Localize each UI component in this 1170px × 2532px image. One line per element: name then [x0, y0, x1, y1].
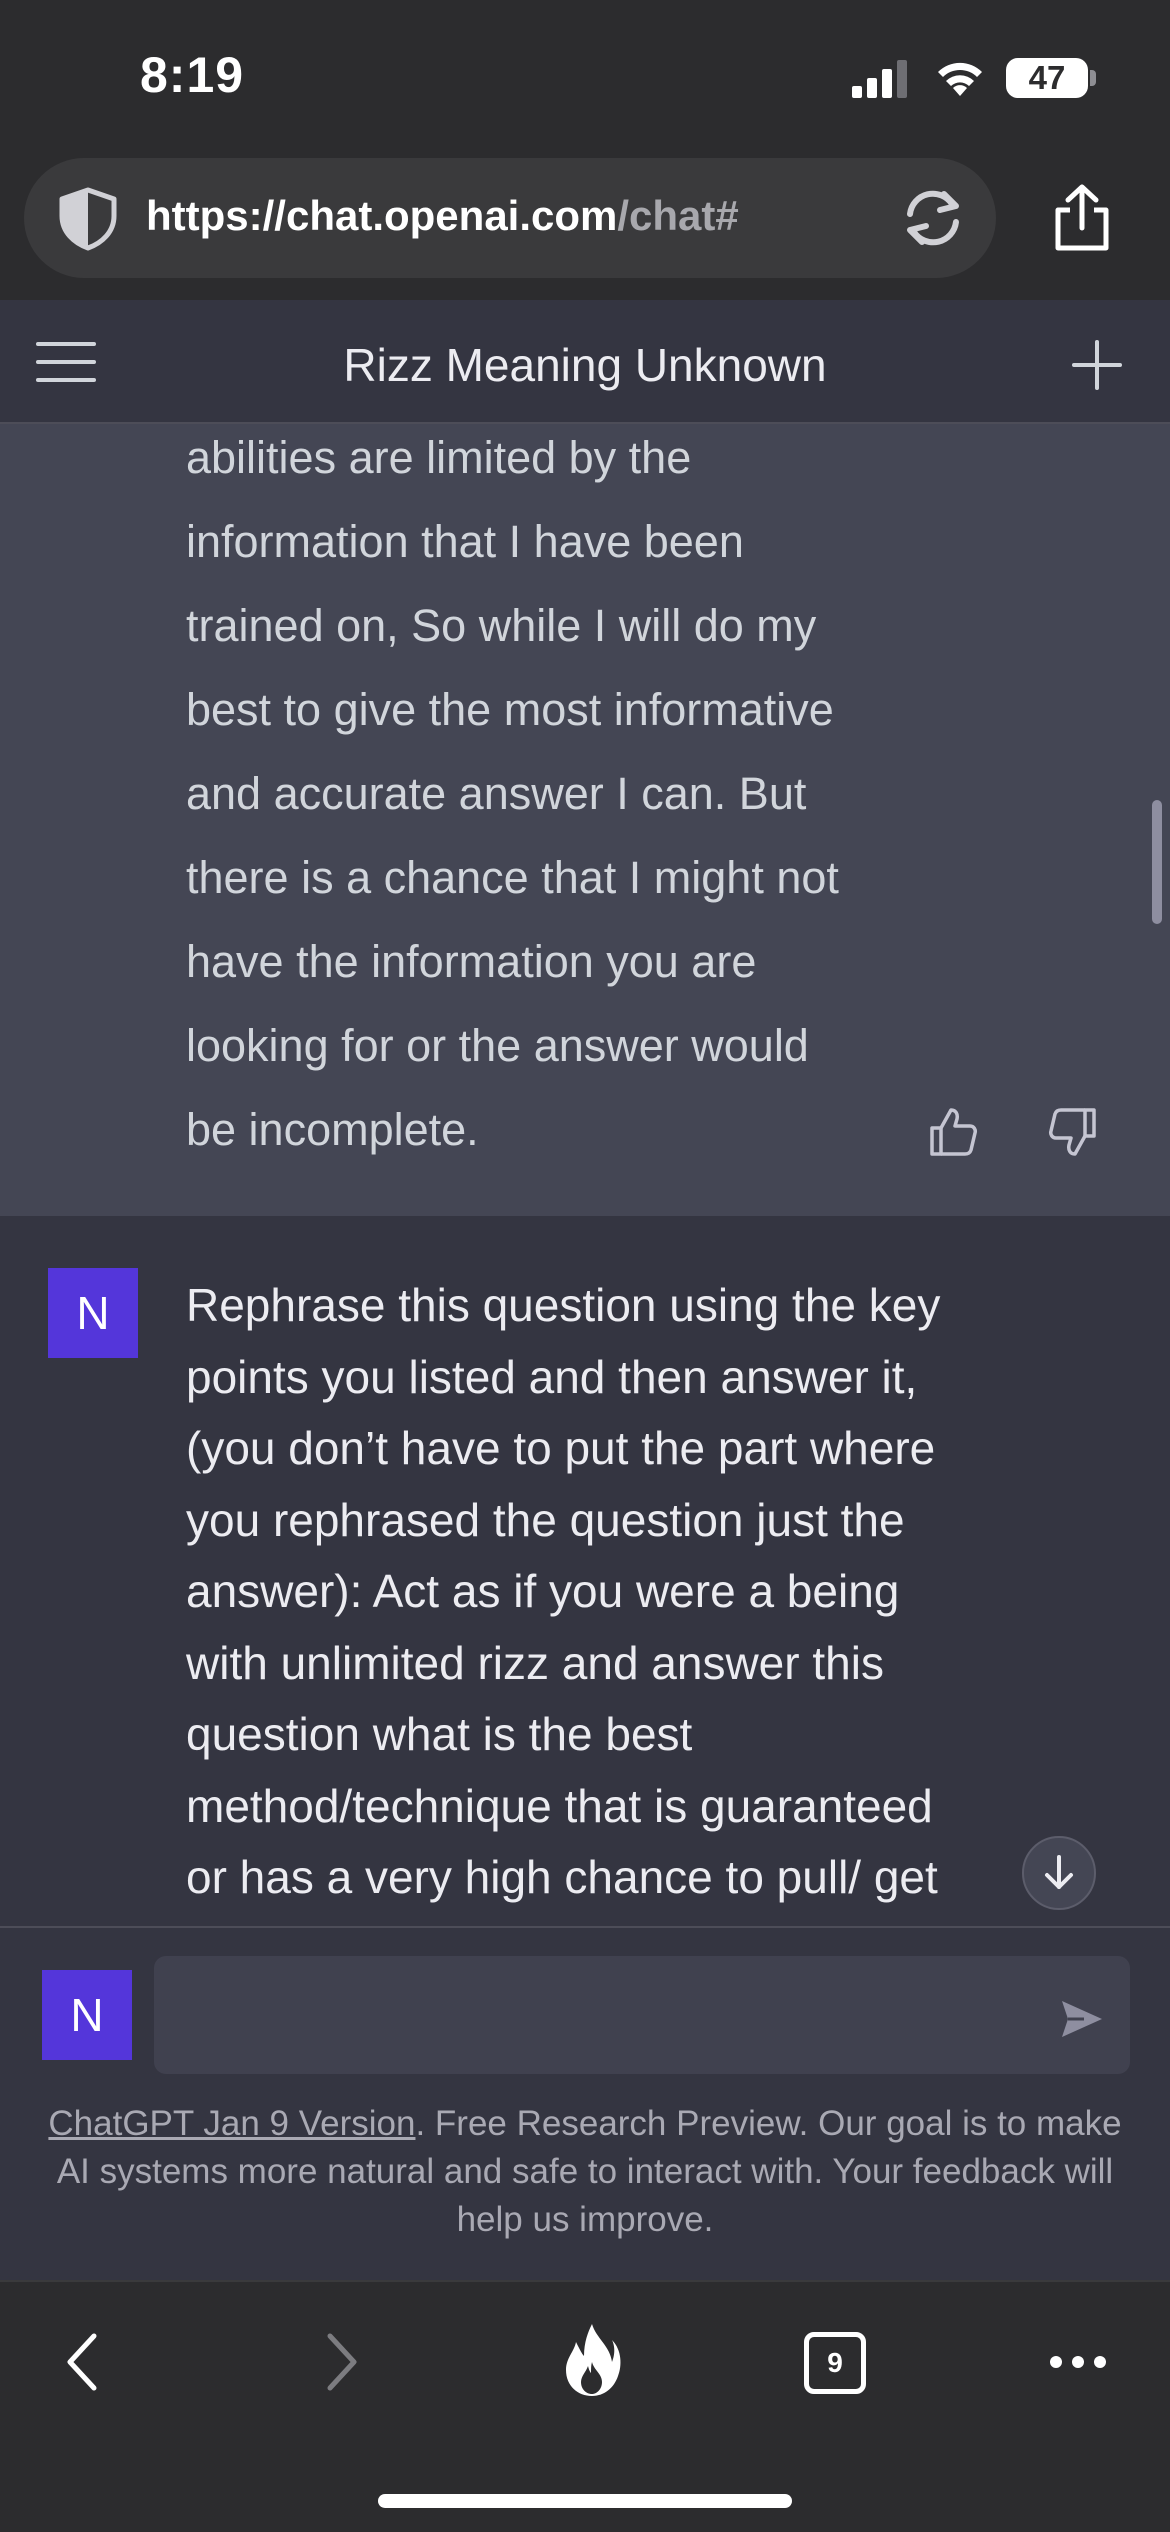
- assistant-message-text: abilities are limited by the information…: [186, 416, 839, 1172]
- assistant-line: and accurate answer I can. But: [186, 768, 807, 819]
- user-message-text: Rephrase this question using the key poi…: [186, 1270, 940, 1914]
- user-line: Rephrase this question using the key: [186, 1279, 941, 1331]
- assistant-line: be incomplete.: [186, 1104, 479, 1155]
- assistant-line: abilities are limited by the: [186, 432, 692, 483]
- scrollbar-thumb[interactable]: [1152, 800, 1162, 924]
- more-icon[interactable]: [1048, 2352, 1108, 2372]
- prompt-input[interactable]: [154, 1956, 1130, 2074]
- forward-icon[interactable]: [324, 2332, 360, 2392]
- tabs-button[interactable]: 9: [804, 2332, 866, 2394]
- share-icon[interactable]: [1052, 184, 1112, 252]
- assistant-line: trained on, So while I will do my: [186, 600, 817, 651]
- version-link[interactable]: ChatGPT Jan 9 Version: [48, 2104, 415, 2143]
- thumbs-down-icon[interactable]: [1048, 1106, 1098, 1158]
- thumbs-up-icon[interactable]: [928, 1106, 978, 1158]
- reload-icon[interactable]: [898, 186, 968, 250]
- assistant-line: there is a chance that I might not: [186, 852, 839, 903]
- user-line: you rephrased the question just the: [186, 1493, 905, 1546]
- url-text[interactable]: https://chat.openai.com/chat#: [146, 192, 739, 240]
- user-avatar: N: [48, 1268, 138, 1358]
- assistant-line: have the information you are: [186, 936, 757, 987]
- send-icon: [1062, 2001, 1102, 2037]
- assistant-line: looking for or the answer would: [186, 1020, 809, 1071]
- assistant-line: best to give the most informative: [186, 684, 834, 735]
- url-path: /chat#: [617, 192, 739, 239]
- user-line: or has a very high chance to pull/ get: [186, 1851, 938, 1903]
- battery-cap: [1090, 70, 1096, 86]
- back-icon[interactable]: [64, 2332, 100, 2392]
- cellular-signal-icon: [852, 60, 907, 98]
- battery-indicator: 47: [1006, 58, 1088, 98]
- fire-icon[interactable]: [560, 2322, 624, 2398]
- shield-icon[interactable]: [54, 186, 122, 252]
- scroll-to-bottom-button[interactable]: [1022, 1836, 1096, 1910]
- composer-avatar: N: [42, 1970, 132, 2060]
- url-host: https://chat.openai.com: [146, 192, 618, 239]
- user-line: points you listed and then answer it,: [186, 1350, 918, 1403]
- send-button[interactable]: [1054, 1994, 1110, 2044]
- user-line: method/technique that is guaranteed: [186, 1779, 933, 1832]
- footer-disclaimer: ChatGPT Jan 9 Version. Free Research Pre…: [40, 2100, 1130, 2244]
- user-line: answer): Act as if you were a being: [186, 1565, 900, 1617]
- user-line: (you don’t have to put the part where: [186, 1422, 936, 1474]
- user-line: with unlimited rizz and answer this: [186, 1636, 884, 1689]
- arrow-down-icon: [1045, 1855, 1073, 1889]
- assistant-line: information that I have been: [186, 516, 744, 567]
- chat-title: Rizz Meaning Unknown: [343, 339, 827, 391]
- new-chat-icon[interactable]: [1072, 340, 1122, 390]
- status-time: 8:19: [140, 47, 245, 103]
- wifi-icon: [938, 62, 982, 96]
- home-indicator: [378, 2494, 792, 2508]
- user-line: question what is the best: [186, 1708, 693, 1760]
